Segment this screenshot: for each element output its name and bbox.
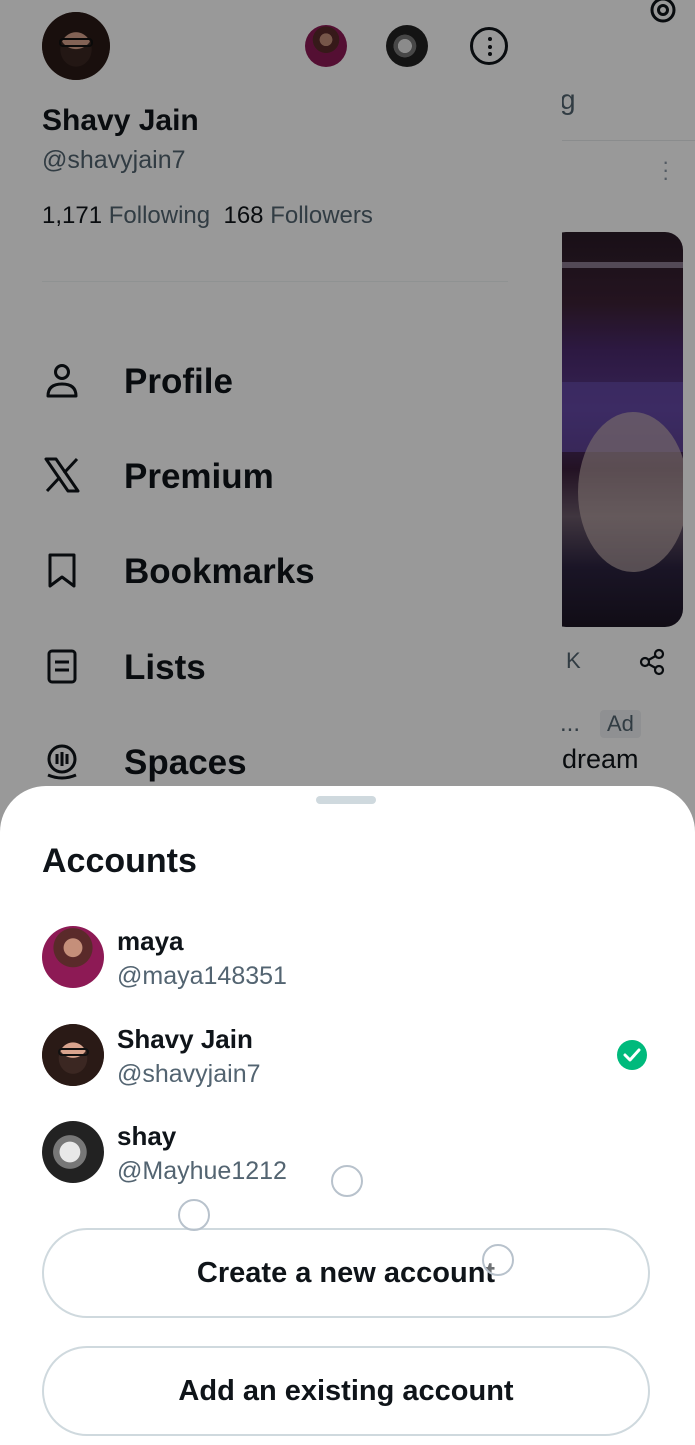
account-row-shavy[interactable]: Shavy Jain @shavyjain7 — [0, 1024, 695, 1114]
account-name: maya — [117, 926, 184, 956]
sheet-drag-handle[interactable] — [316, 796, 376, 804]
sheet-title: Accounts — [42, 842, 197, 880]
account-handle: @maya148351 — [117, 962, 287, 990]
add-existing-account-button[interactable]: Add an existing account — [42, 1346, 650, 1436]
account-handle: @Mayhue1212 — [117, 1157, 287, 1185]
touch-indicator — [178, 1199, 210, 1231]
account-handle: @shavyjain7 — [117, 1060, 261, 1088]
active-account-check-icon — [617, 1040, 647, 1070]
account-avatar — [42, 1121, 104, 1183]
account-name: Shavy Jain — [117, 1024, 253, 1054]
account-row-maya[interactable]: maya @maya148351 — [0, 926, 695, 1016]
account-name: shay — [117, 1121, 177, 1151]
account-avatar — [42, 926, 104, 988]
account-avatar — [42, 1024, 104, 1086]
touch-indicator — [331, 1165, 363, 1197]
accounts-bottom-sheet: Accounts maya @maya148351 Shavy Jain @sh… — [0, 786, 695, 1445]
create-account-button[interactable]: Create a new account — [42, 1228, 650, 1318]
touch-indicator — [482, 1244, 514, 1276]
